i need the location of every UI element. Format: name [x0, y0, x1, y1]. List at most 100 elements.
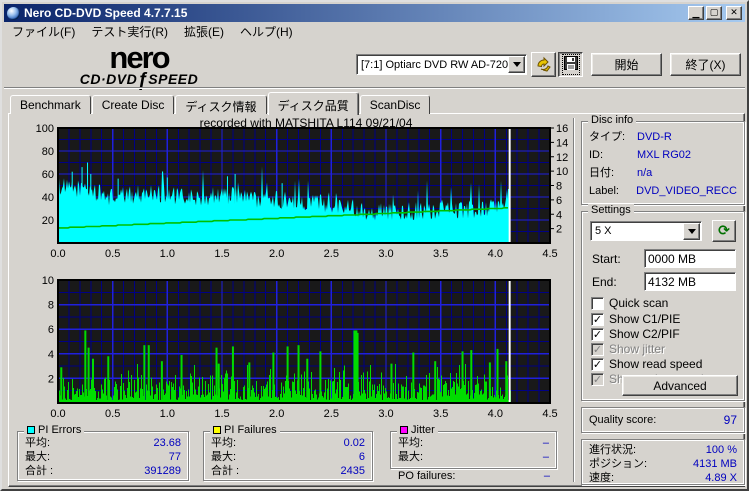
svg-text:0.5: 0.5 — [105, 408, 120, 420]
tab-benchmark[interactable]: Benchmark — [10, 95, 91, 114]
svg-text:0.5: 0.5 — [105, 248, 120, 260]
save-results-button[interactable] — [558, 52, 583, 77]
svg-text:4.5: 4.5 — [542, 248, 557, 260]
svg-text:2: 2 — [556, 224, 562, 236]
svg-text:100: 100 — [36, 123, 54, 135]
svg-text:4.0: 4.0 — [488, 248, 503, 260]
eject-disc-button[interactable] — [531, 52, 556, 77]
svg-text:1.0: 1.0 — [160, 408, 175, 420]
start-field[interactable] — [644, 249, 736, 268]
svg-text:3.0: 3.0 — [378, 408, 393, 420]
checkbox-box: ✓ — [591, 342, 604, 356]
svg-text:14: 14 — [556, 137, 568, 149]
svg-text:1.5: 1.5 — [214, 408, 229, 420]
svg-text:4.5: 4.5 — [542, 408, 557, 420]
disc-info-title: Disc info — [588, 114, 637, 126]
panel-divider — [573, 118, 575, 482]
toolbar-divider — [4, 87, 745, 89]
menu-extra[interactable]: 拡張(E) — [176, 21, 232, 42]
minimize-button[interactable]: ▁ — [688, 6, 704, 20]
advanced-button[interactable]: Advanced — [622, 375, 738, 396]
svg-text:16: 16 — [556, 123, 568, 135]
tab-disc-quality[interactable]: ディスク品質 — [267, 92, 359, 115]
scan-speed-value: 5 X — [595, 225, 612, 237]
drive-selector-value: [7:1] Optiarc DVD RW AD-7200S 1.21 — [361, 58, 508, 71]
progress-box: 進行状況: 100 % ポジション: 4131 MB 速度: 4.89 X — [581, 439, 745, 485]
svg-text:10: 10 — [42, 275, 54, 287]
checkbox-show-read-speed[interactable]: ✓ Show read speed — [591, 357, 702, 371]
svg-text:6: 6 — [556, 195, 562, 207]
exit-button[interactable]: 終了(X) — [670, 53, 741, 76]
checkbox-box: ✓ — [591, 312, 604, 326]
menu-help[interactable]: ヘルプ(H) — [232, 21, 301, 42]
toolbar: nero CD·DVDƒSPEED [7:1] Optiarc DVD RW A… — [4, 40, 745, 91]
po-failures-row: PO failures: – — [398, 470, 550, 482]
disc-quality-page: recorded with MATSHITA L114 09/21/04 20 4… — [8, 113, 745, 487]
svg-text:0.0: 0.0 — [50, 408, 65, 420]
menu-run-test[interactable]: テスト実行(R) — [83, 21, 176, 42]
svg-text:2.0: 2.0 — [269, 408, 284, 420]
pi-failures-color-swatch — [213, 426, 221, 434]
svg-text:3.0: 3.0 — [378, 248, 393, 260]
disc-id-row: ID: MXL RG02 — [589, 149, 692, 161]
position-row: ポジション: 4131 MB — [589, 458, 737, 470]
checkbox-box — [591, 296, 604, 310]
stat-row: 平均: 0.02 — [211, 437, 365, 449]
maximize-button[interactable]: ▢ — [706, 6, 722, 20]
svg-text:60: 60 — [42, 169, 54, 181]
app-window: Nero CD-DVD Speed 4.7.7.15 ▁ ▢ ✕ ファイル(F)… — [0, 0, 749, 491]
checkbox-box: ✓ — [591, 327, 604, 341]
checkbox-show-jitter[interactable]: ✓ Show jitter — [591, 342, 665, 356]
stat-row: 最大: – — [398, 451, 549, 463]
svg-text:4: 4 — [48, 349, 54, 361]
tab-scandisc[interactable]: ScanDisc — [359, 95, 431, 114]
svg-text:2: 2 — [48, 373, 54, 385]
tab-create-disc[interactable]: Create Disc — [91, 95, 175, 114]
disc-label-row: Label: DVD_VIDEO_RECC — [589, 185, 737, 197]
stat-row: 合計 :391289 — [25, 465, 181, 477]
refresh-icon: ⟳ — [718, 223, 730, 239]
chevron-down-icon — [512, 62, 521, 67]
save-results-icon — [563, 56, 578, 70]
checkbox-box: ✓ — [591, 372, 604, 386]
pi-errors-group-title: PI Errors — [38, 424, 82, 436]
stat-row: 最大: 77 — [25, 451, 181, 463]
refresh-button[interactable]: ⟳ — [712, 220, 736, 242]
pi-failures-chart: 2 4 6 8 10 0.0 0.5 1.0 1.5 2.0 2.5 3.0 3.5 4.0 4.5 — [42, 275, 558, 420]
svg-text:0.0: 0.0 — [50, 248, 65, 260]
jitter-group-title: Jitter — [411, 424, 435, 436]
pi-failures-group: PI Failures 平均: 0.02 最大: 6 合計 :2435 — [203, 424, 373, 481]
drive-selector-dropdown-button[interactable] — [508, 56, 525, 73]
pi-errors-chart: 20 40 60 80 100 2 4 6 8 10 12 14 16 0.0 0.5 1.0 1.5 2.0 2.… — [36, 123, 569, 260]
svg-text:2.5: 2.5 — [324, 408, 339, 420]
menu-file[interactable]: ファイル(F) — [4, 21, 83, 42]
svg-text:3.5: 3.5 — [433, 408, 448, 420]
stat-row: 平均: 23.68 — [25, 437, 181, 449]
settings-group: Settings 5 X ⟳ Start: End: Quick scan ✓S… — [581, 204, 745, 401]
svg-text:1.0: 1.0 — [160, 248, 175, 260]
speed-row: 速度: 4.89 X — [589, 472, 737, 484]
svg-text:8: 8 — [48, 300, 54, 312]
quality-score-label: Quality score: — [589, 414, 657, 426]
scan-speed-select[interactable]: 5 X — [590, 221, 702, 241]
svg-text:2.5: 2.5 — [324, 248, 339, 260]
close-button[interactable]: ✕ — [726, 6, 742, 20]
disc-info-group: Disc info タイプ: DVD-R ID: MXL RG02 日付: n/a L… — [581, 114, 745, 205]
checkbox-quick-scan[interactable]: Quick scan — [591, 296, 668, 310]
start-button[interactable]: 開始 — [591, 53, 662, 76]
stat-row: 最大: 6 — [211, 451, 365, 463]
pi-errors-color-swatch — [27, 426, 35, 434]
svg-text:80: 80 — [42, 146, 54, 158]
nero-logo: nero CD·DVDƒSPEED — [79, 40, 199, 91]
scan-speed-dropdown-button[interactable] — [683, 222, 700, 240]
svg-text:2.0: 2.0 — [269, 248, 284, 260]
tab-disc-info[interactable]: ディスク情報 — [175, 95, 267, 114]
checkbox-show-c1-pie[interactable]: ✓ Show C1/PIE — [591, 312, 680, 326]
window-title: Nero CD-DVD Speed 4.7.7.15 — [24, 6, 188, 20]
svg-text:4.0: 4.0 — [488, 408, 503, 420]
drive-selector[interactable]: [7:1] Optiarc DVD RW AD-7200S 1.21 — [356, 54, 527, 75]
svg-text:4: 4 — [556, 209, 562, 221]
end-field[interactable] — [644, 272, 736, 291]
svg-text:1.5: 1.5 — [214, 248, 229, 260]
checkbox-show-c2-pif[interactable]: ✓ Show C2/PIF — [591, 327, 680, 341]
